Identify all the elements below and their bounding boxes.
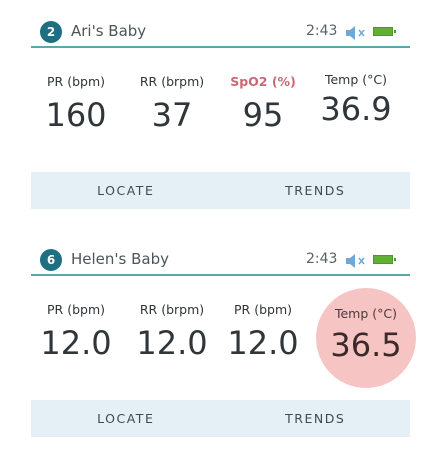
vital-pr: PR (bpm) 160 (31, 48, 121, 172)
vital-label: PR (bpm) (234, 302, 292, 317)
vital-pr-secondary: PR (bpm) 12.0 (218, 276, 308, 400)
vital-label: SpO2 (%) (230, 74, 296, 89)
muted-speaker-icon (346, 254, 365, 268)
vital-label: Temp (°C) (334, 306, 398, 321)
patient-name: Helen's Baby (71, 250, 169, 268)
locate-button[interactable]: LOCATE (31, 400, 221, 437)
clock-time: 2:43 (306, 251, 338, 267)
battery-full-icon (373, 27, 396, 36)
vital-value: 36.9 (320, 90, 392, 128)
monitor-card: 2 Ari's Baby 2:43 PR (bpm) 160 RR (brpm)… (31, 18, 410, 209)
vitals-row: PR (bpm) 160 RR (brpm) 37 SpO2 (%) 95 Te… (31, 48, 410, 172)
vital-label: Temp (°C) (324, 72, 388, 87)
monitor-card: 6 Helen's Baby 2:43 PR (bpm) 12.0 RR (br… (31, 246, 416, 437)
vital-label: PR (bpm) (47, 74, 105, 89)
vital-value: 12.0 (40, 324, 112, 362)
card-actions: LOCATE TRENDS (31, 400, 410, 437)
vital-label: PR (bpm) (47, 302, 105, 317)
vital-rr: RR (brpm) 37 (127, 48, 217, 172)
card-header: 2 Ari's Baby 2:43 (31, 18, 410, 48)
vital-value: 12.0 (227, 324, 299, 362)
vital-label: RR (brpm) (139, 74, 205, 89)
card-header: 6 Helen's Baby 2:43 (31, 246, 410, 276)
bed-number-badge: 2 (40, 21, 62, 43)
vitals-row: PR (bpm) 12.0 RR (brpm) 12.0 PR (bpm) 12… (31, 276, 416, 400)
vital-value: 95 (242, 96, 284, 134)
muted-speaker-icon (346, 26, 365, 40)
vital-value: 36.5 (330, 326, 402, 364)
vital-pr: PR (bpm) 12.0 (31, 276, 121, 400)
vital-value: 37 (151, 96, 193, 134)
card-actions: LOCATE TRENDS (31, 172, 410, 209)
patient-name: Ari's Baby (71, 22, 147, 40)
vital-spo2: SpO2 (%) 95 (218, 48, 308, 172)
vital-label: RR (brpm) (139, 302, 205, 317)
clock-time: 2:43 (306, 23, 338, 39)
vital-temp-alert: Temp (°C) 36.5 (311, 276, 416, 400)
trends-button[interactable]: TRENDS (221, 400, 411, 437)
vital-temp: Temp (°C) 36.9 (311, 48, 401, 172)
bed-number-badge: 6 (40, 249, 62, 271)
trends-button[interactable]: TRENDS (221, 172, 411, 209)
vital-value: 12.0 (136, 324, 208, 362)
vital-value: 160 (45, 96, 107, 134)
locate-button[interactable]: LOCATE (31, 172, 221, 209)
vital-rr: RR (brpm) 12.0 (127, 276, 217, 400)
battery-full-icon (373, 255, 396, 264)
